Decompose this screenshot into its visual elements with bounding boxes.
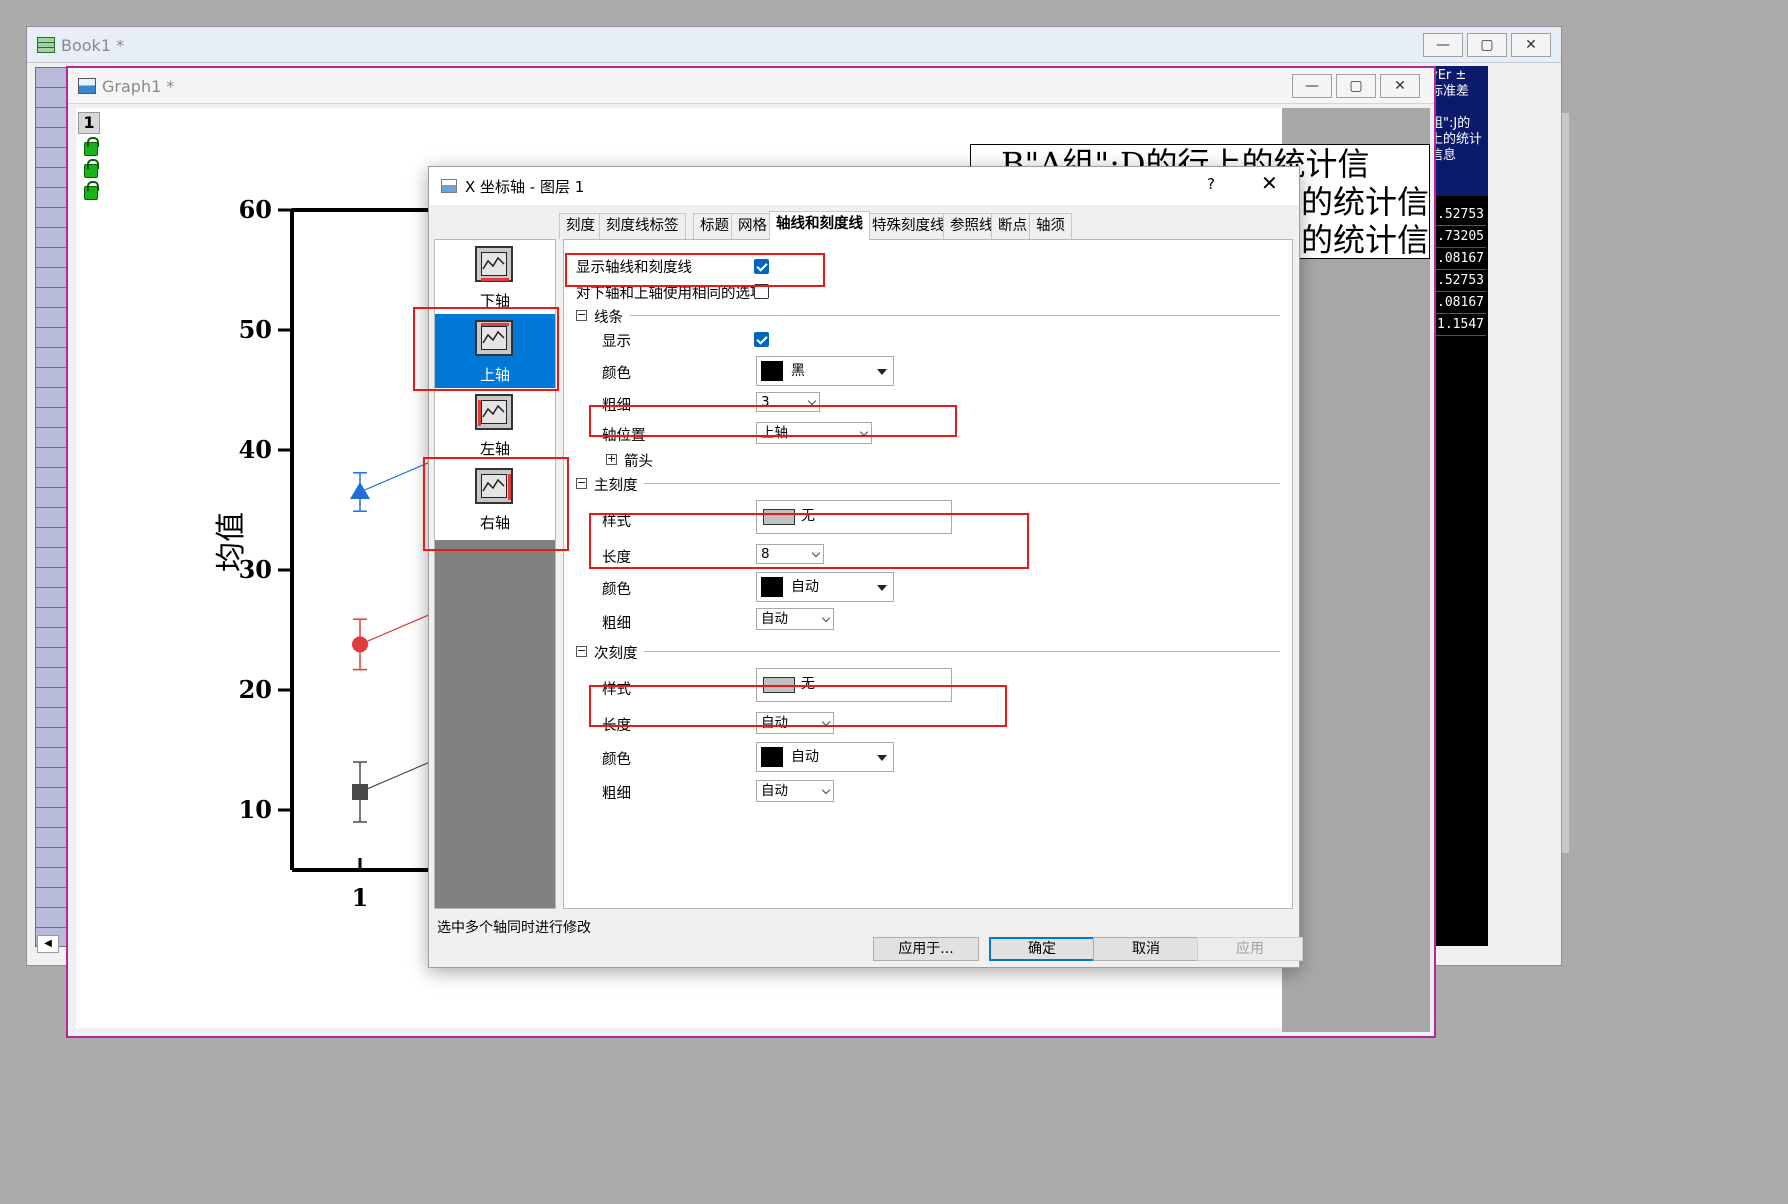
- highlight-top-axis: [413, 307, 559, 391]
- tab-breaks[interactable]: 断点: [991, 213, 1034, 239]
- legend-line: 的统计信: [1301, 183, 1430, 221]
- cancel-button[interactable]: 取消: [1093, 937, 1199, 961]
- dropdown-arrow-icon: [877, 585, 887, 591]
- legend-line: 的统计信: [1301, 221, 1430, 259]
- minor-color-dropdown[interactable]: 自动: [756, 742, 894, 772]
- axis-item-bottom[interactable]: 下轴: [435, 240, 555, 314]
- minor-ticks-title: 次刻度: [594, 646, 638, 662]
- y-tick-label: 60: [239, 195, 272, 224]
- highlight-show-axis: [565, 253, 825, 287]
- highlight-thickness: [589, 405, 957, 437]
- ok-button[interactable]: 确定: [989, 937, 1095, 961]
- y-tick-label: 40: [239, 435, 272, 464]
- major-color-dropdown[interactable]: 自动: [756, 572, 894, 602]
- apply-to-button[interactable]: 应用于...: [873, 937, 979, 961]
- series-line: [359, 761, 431, 793]
- section-divider: [630, 315, 1280, 316]
- color-swatch: [761, 747, 783, 767]
- axis-item-label: 左轴: [479, 440, 510, 458]
- status-text: 选中多个轴同时进行修改: [437, 920, 591, 936]
- collapse-major-ticks-toggle[interactable]: −: [576, 477, 587, 489]
- color-swatch: [761, 577, 783, 597]
- chevron-down-icon: [807, 396, 817, 406]
- highlight-right-axis: [423, 457, 569, 551]
- tab-strip: 刻度 刻度线标签 标题 网格 轴线和刻度线 特殊刻度线 参照线 断点 轴须: [559, 209, 1295, 240]
- major-thickness-label: 粗细: [602, 616, 631, 632]
- minor-thickness-value: 自动: [761, 783, 788, 799]
- tab-rug[interactable]: 轴须: [1029, 213, 1072, 239]
- left-axis-icon: [475, 394, 513, 430]
- minor-color-value: 自动: [791, 749, 819, 765]
- minor-thickness-combo[interactable]: 自动: [756, 780, 834, 802]
- bottom-axis-icon: [475, 246, 513, 282]
- collapse-minor-ticks-toggle[interactable]: −: [576, 645, 587, 657]
- data-point-circle: [352, 636, 368, 653]
- axis-list-empty-area: [435, 540, 555, 908]
- line-show-label: 显示: [602, 334, 631, 350]
- line-and-ticks-panel: 显示轴线和刻度线 对下轴和上轴使用相同的选项 − 线条 显示 颜色 黑 粗细 3…: [563, 239, 1293, 909]
- y-tick-label: 20: [239, 675, 272, 704]
- line-section-title: 线条: [594, 310, 623, 326]
- tab-grid[interactable]: 网格: [731, 213, 774, 239]
- tab-special-ticks[interactable]: 特殊刻度线: [865, 213, 952, 239]
- major-thickness-value: 自动: [761, 611, 788, 627]
- chevron-down-icon: [821, 785, 831, 795]
- color-swatch: [761, 361, 783, 381]
- tab-scale[interactable]: 刻度: [559, 213, 602, 239]
- x-axis-dialog: X 坐标轴 - 图层 1 ? ✕ 刻度 刻度线标签 标题 网格 轴线和刻度线 特…: [413, 166, 1303, 968]
- line-show-checkbox[interactable]: [754, 332, 769, 347]
- tab-tick-labels[interactable]: 刻度线标签: [599, 213, 686, 239]
- data-point-triangle: [350, 482, 370, 499]
- line-color-value: 黑: [791, 363, 805, 379]
- minor-color-label: 颜色: [602, 752, 631, 768]
- dialog-close-button[interactable]: ✕: [1261, 171, 1278, 195]
- expand-arrow-section-toggle[interactable]: +: [606, 453, 617, 465]
- section-divider: [644, 651, 1280, 652]
- dialog-titlebar[interactable]: X 坐标轴 - 图层 1 ? ✕: [429, 167, 1299, 205]
- major-ticks-title: 主刻度: [594, 478, 638, 494]
- section-divider: [644, 483, 1280, 484]
- chevron-down-icon: [821, 613, 831, 623]
- major-color-label: 颜色: [602, 582, 631, 598]
- collapse-line-section-toggle[interactable]: −: [576, 309, 587, 321]
- major-thickness-combo[interactable]: 自动: [756, 608, 834, 630]
- arrow-label: 箭头: [624, 454, 653, 470]
- y-tick-label: 50: [239, 315, 272, 344]
- data-point-square: [352, 784, 368, 800]
- tab-title[interactable]: 标题: [693, 213, 736, 239]
- dropdown-arrow-icon: [877, 755, 887, 761]
- major-color-value: 自动: [791, 579, 819, 595]
- line-color-label: 颜色: [602, 366, 631, 382]
- x-tick-label: 1: [352, 883, 369, 912]
- dropdown-arrow-icon: [877, 369, 887, 375]
- dialog-title: X 坐标轴 - 图层 1: [465, 178, 585, 196]
- help-button[interactable]: ?: [1207, 175, 1215, 193]
- series-line: [359, 613, 431, 645]
- apply-button[interactable]: 应用: [1197, 937, 1303, 961]
- tab-line-and-ticks[interactable]: 轴线和刻度线: [769, 211, 870, 240]
- minor-thickness-label: 粗细: [602, 786, 631, 802]
- y-axis-title[interactable]: 均值: [206, 512, 249, 572]
- line-color-dropdown[interactable]: 黑: [756, 356, 894, 386]
- series-line: [359, 461, 431, 493]
- y-tick-label: 10: [239, 795, 272, 824]
- highlight-minor-style: [589, 685, 1007, 727]
- dialog-icon: [441, 179, 457, 193]
- highlight-major-style: [589, 513, 1029, 569]
- axis-item-left[interactable]: 左轴: [435, 388, 555, 462]
